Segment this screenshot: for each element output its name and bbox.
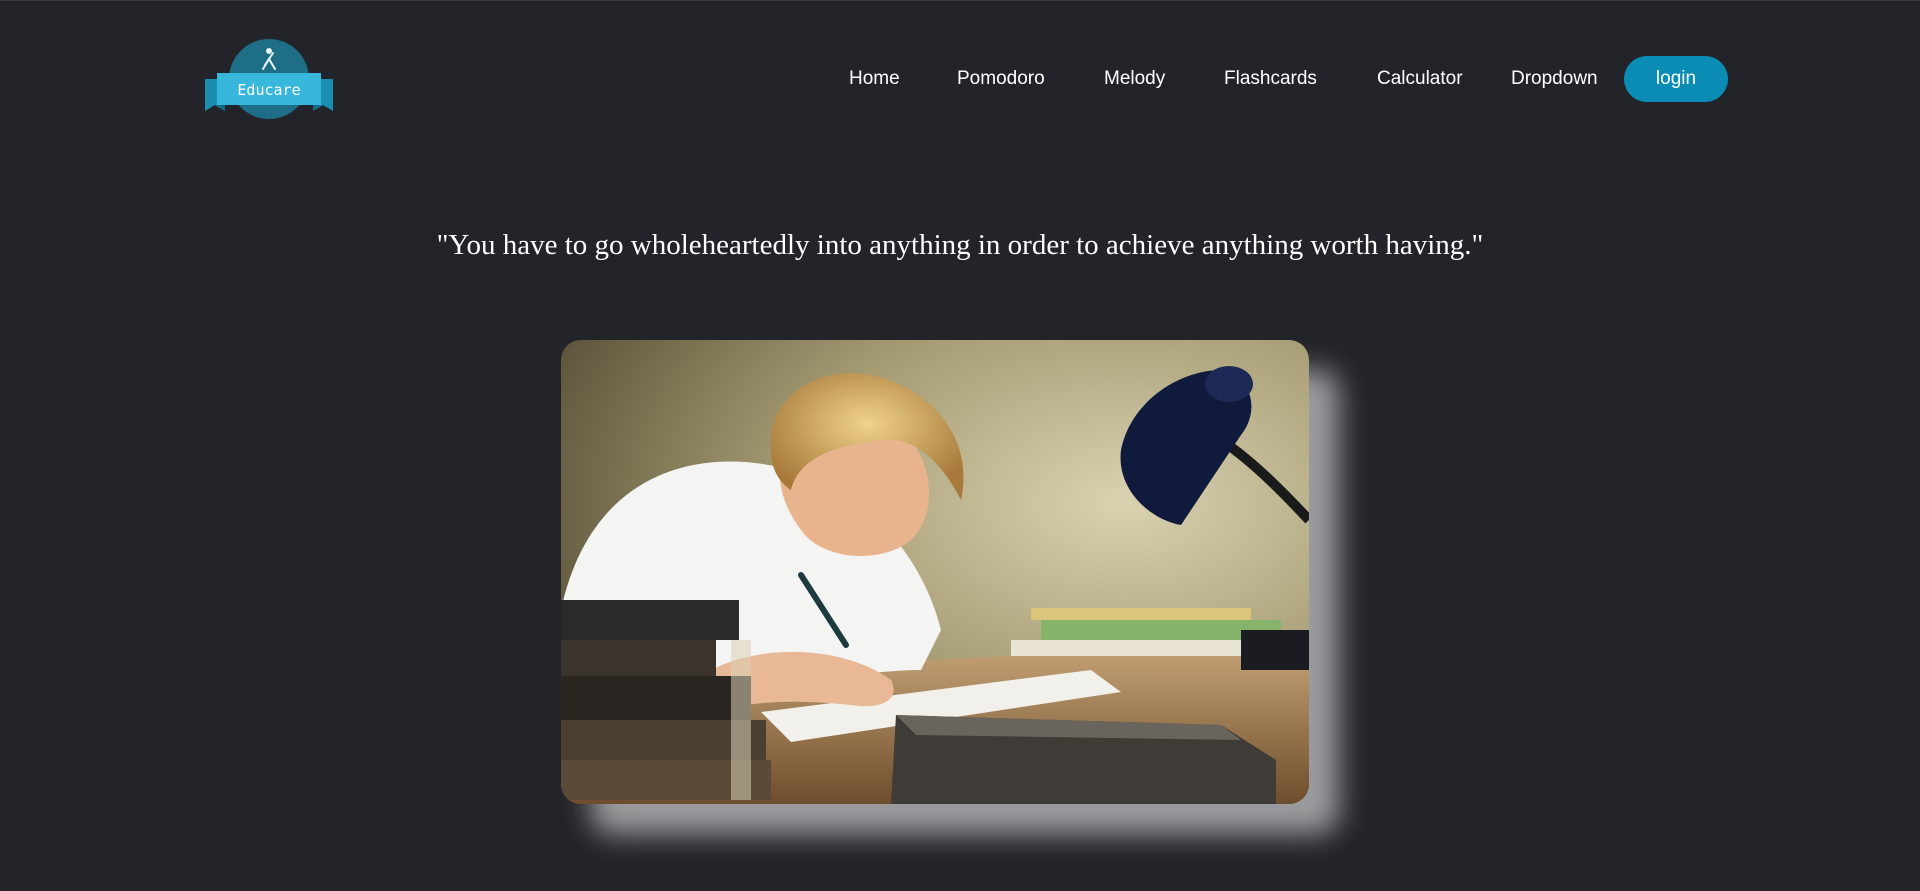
login-button[interactable]: login: [1624, 56, 1728, 102]
nav-melody[interactable]: Melody: [1104, 56, 1165, 102]
student-studying-image-icon: [561, 340, 1309, 804]
nav-pomodoro[interactable]: Pomodoro: [957, 56, 1045, 102]
nav-flashcards[interactable]: Flashcards: [1224, 56, 1317, 102]
page: Educare Home Pomodoro Melody Flashcards …: [0, 0, 1920, 891]
nav-calculator[interactable]: Calculator: [1377, 56, 1463, 102]
nav-home[interactable]: Home: [849, 56, 900, 102]
student-studying-photo: [561, 340, 1309, 804]
nav-dropdown[interactable]: Dropdown: [1511, 56, 1598, 102]
motivational-quote: "You have to go wholeheartedly into anyt…: [436, 229, 1484, 261]
main-nav: Home Pomodoro Melody Flashcards Calculat…: [0, 56, 1920, 102]
